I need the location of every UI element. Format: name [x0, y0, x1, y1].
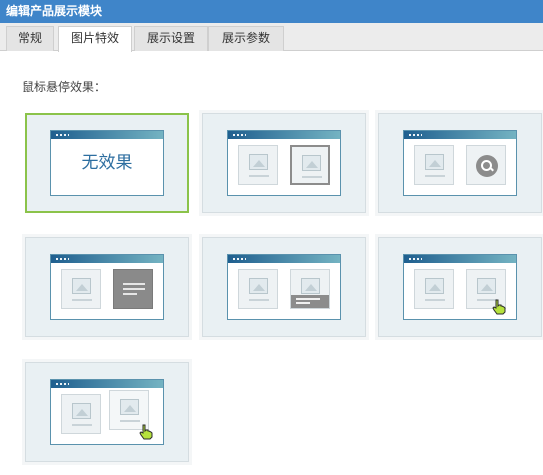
hover-effect-label: 鼠标悬停效果： [22, 80, 107, 94]
effect-option-cursor-hover-shift[interactable] [25, 362, 189, 462]
effect-option-no-effect[interactable]: 无效果 [25, 113, 189, 213]
preview-window [50, 254, 164, 320]
effect-option-grey-overlay[interactable] [25, 237, 189, 337]
no-effect-text: 无效果 [81, 153, 133, 173]
tab-image-effects[interactable]: 图片特效 [58, 26, 132, 52]
tab-bar: 常规 图片特效 展示设置 展示参数 [0, 23, 543, 52]
window-header-bar [51, 131, 163, 139]
window-header-bar [404, 255, 516, 263]
window-title: 编辑产品展示模块 [6, 4, 103, 18]
window-header-bar [404, 131, 516, 139]
tab-general[interactable]: 常规 [6, 26, 54, 51]
effect-option-border-highlight[interactable] [202, 113, 366, 213]
image-icon [414, 269, 454, 309]
image-icon [290, 269, 330, 309]
caption-bar [291, 295, 329, 308]
image-icon [290, 145, 330, 185]
effect-option-zoom-icon[interactable] [378, 113, 542, 213]
preview-window [403, 254, 517, 320]
hand-cursor-icon [492, 299, 506, 315]
preview-window [227, 130, 341, 196]
window-header-bar [228, 255, 340, 263]
effect-option-cursor-hover-right[interactable] [378, 237, 542, 337]
tab-display-params[interactable]: 展示参数 [208, 26, 284, 51]
title-bar: 编辑产品展示模块 [0, 0, 543, 23]
window-header-bar [228, 131, 340, 139]
preview-window [403, 130, 517, 196]
overlay-text-icon [113, 269, 153, 309]
window-header-bar [51, 380, 163, 388]
preview-window [227, 254, 341, 320]
image-icon [466, 145, 506, 185]
window-header-bar [51, 255, 163, 263]
image-icon [238, 145, 278, 185]
image-icon [61, 269, 101, 309]
image-icon [61, 394, 101, 434]
image-icon [414, 145, 454, 185]
effect-option-caption-slide[interactable] [202, 237, 366, 337]
preview-window: 无效果 [50, 130, 164, 196]
tab-display-settings[interactable]: 展示设置 [134, 26, 208, 51]
image-icon [238, 269, 278, 309]
hand-cursor-icon [139, 424, 153, 440]
zoom-icon [476, 155, 498, 177]
preview-window [50, 379, 164, 445]
